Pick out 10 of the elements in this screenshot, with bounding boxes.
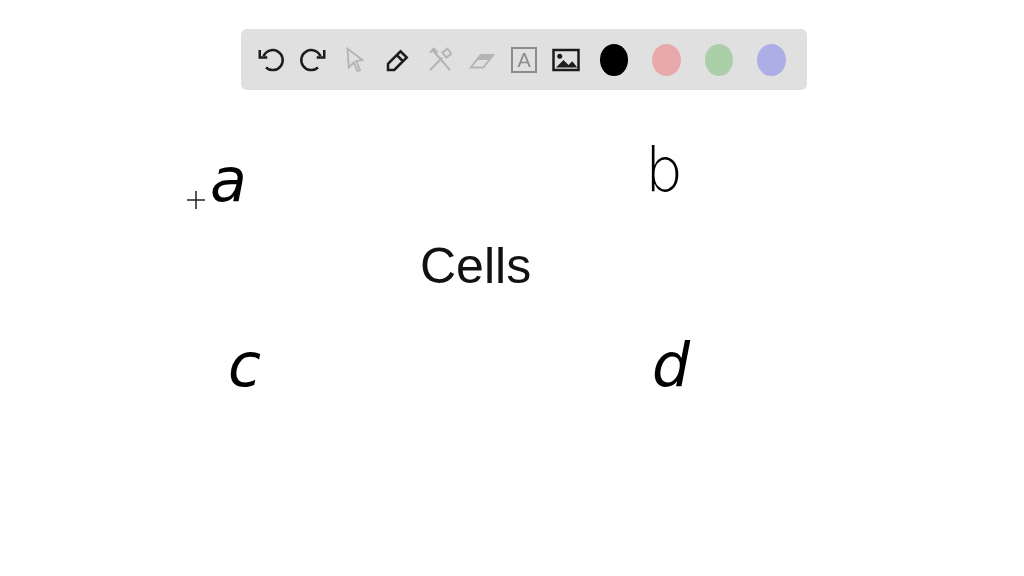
color-swatch[interactable] — [599, 43, 629, 76]
handwritten-letter: d — [652, 335, 691, 395]
crosshair-cursor-icon — [186, 190, 206, 210]
handwritten-letter: a — [210, 150, 247, 210]
canvas-title: Cells — [420, 241, 532, 291]
handwritten-letter: b — [645, 140, 684, 200]
color-swatch[interactable] — [704, 43, 734, 76]
color-swatch[interactable] — [757, 43, 786, 76]
handwritten-letter: c — [228, 335, 261, 395]
color-swatch[interactable] — [652, 43, 681, 76]
